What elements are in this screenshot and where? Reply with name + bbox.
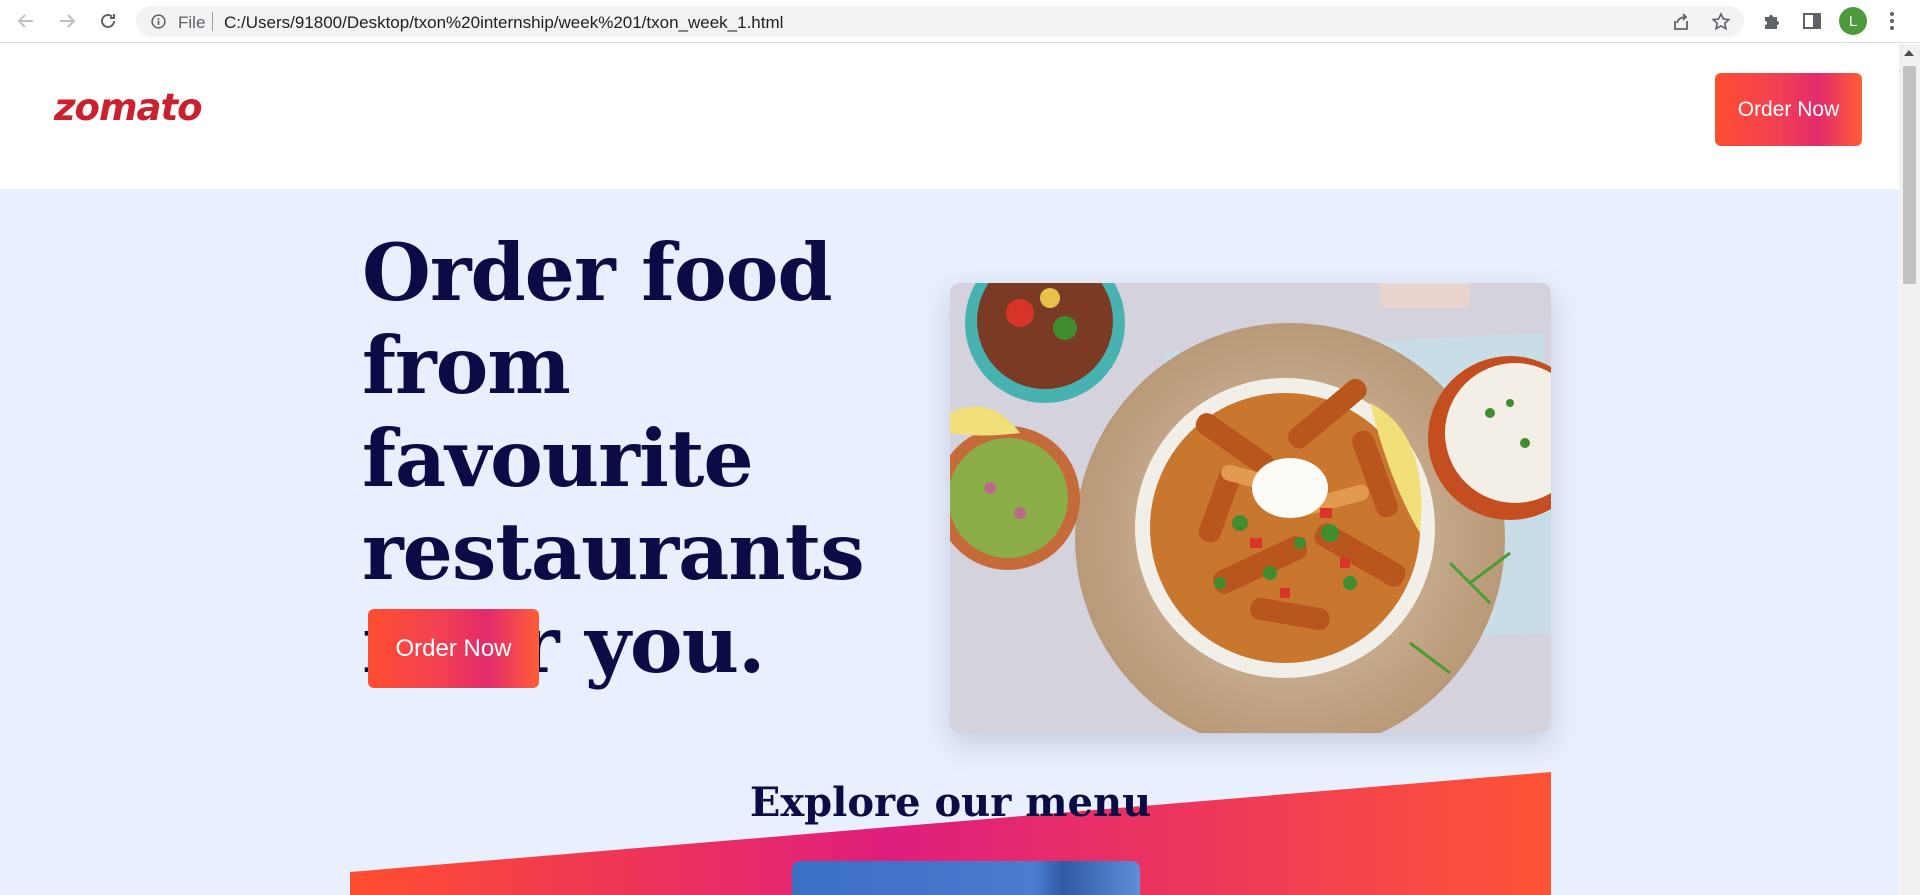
- star-icon[interactable]: [1711, 12, 1731, 32]
- reload-button[interactable]: [95, 8, 121, 34]
- scroll-up-arrow-icon[interactable]: [1904, 50, 1914, 56]
- arrow-left-icon: [17, 14, 33, 28]
- reload-icon: [101, 13, 115, 28]
- food-image: [950, 283, 1551, 733]
- address-bar[interactable]: File C:/Users/91800/Desktop/txon%20inter…: [136, 6, 1744, 37]
- info-icon[interactable]: [150, 13, 167, 30]
- site-header: zomato Order Now: [0, 44, 1899, 189]
- arrow-right-icon: [60, 14, 76, 28]
- share-icon[interactable]: [1671, 12, 1691, 32]
- protocol-label: File: [178, 13, 206, 32]
- hero-order-now-button[interactable]: Order Now: [368, 609, 539, 688]
- explore-menu-title: Explore our menu: [749, 779, 1152, 826]
- page-scrollbar[interactable]: [1899, 44, 1920, 895]
- url-text[interactable]: C:/Users/91800/Desktop/txon%20internship…: [224, 13, 783, 33]
- hero-section: Order food from favourite restaurants ne…: [0, 189, 1899, 895]
- profile-avatar[interactable]: L: [1839, 7, 1867, 35]
- address-divider: [212, 12, 213, 31]
- back-button[interactable]: [13, 8, 39, 34]
- browser-toolbar: File C:/Users/91800/Desktop/txon%20inter…: [0, 0, 1920, 43]
- puzzle-icon[interactable]: [1761, 10, 1783, 32]
- side-panel-icon[interactable]: [1801, 10, 1823, 32]
- kebab-menu-icon[interactable]: [1887, 10, 1897, 32]
- zomato-logo[interactable]: zomato: [54, 86, 203, 129]
- page-viewport: zomato Order Now Order food from favouri…: [0, 44, 1899, 895]
- menu-card[interactable]: [792, 861, 1140, 895]
- header-order-now-button[interactable]: Order Now: [1715, 73, 1862, 146]
- forward-button[interactable]: [54, 8, 80, 34]
- scrollbar-thumb[interactable]: [1903, 66, 1916, 284]
